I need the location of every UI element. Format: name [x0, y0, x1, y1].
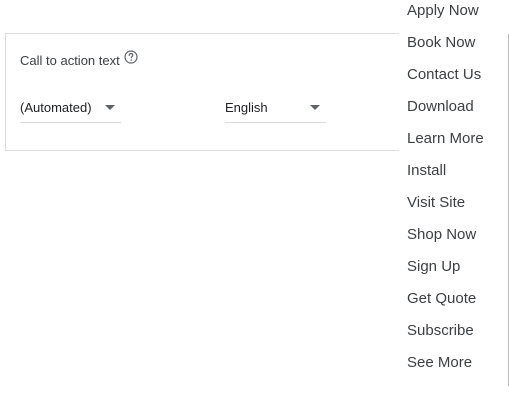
screen: Call to action text (Automated) English …	[0, 0, 509, 393]
menu-item-download[interactable]: Download	[407, 97, 474, 117]
cta-label: Call to action text	[20, 53, 120, 68]
cta-text-dropdown[interactable]: (Automated)	[20, 93, 121, 123]
cta-options-menu: Apply Now Book Now Contact Us Download L…	[399, 0, 509, 393]
language-dropdown-value: English	[225, 100, 268, 115]
menu-item-shop-now[interactable]: Shop Now	[407, 225, 476, 245]
menu-item-contact-us[interactable]: Contact Us	[407, 65, 481, 85]
language-dropdown[interactable]: English	[225, 93, 326, 123]
caret-down-icon	[310, 105, 320, 110]
menu-item-book-now[interactable]: Book Now	[407, 33, 475, 53]
menu-item-get-quote[interactable]: Get Quote	[407, 289, 476, 309]
caret-down-icon	[105, 105, 115, 110]
help-circle-icon[interactable]	[124, 49, 138, 64]
menu-item-apply-now[interactable]: Apply Now	[407, 1, 479, 21]
menu-item-sign-up[interactable]: Sign Up	[407, 257, 460, 277]
cta-settings-card: Call to action text (Automated) English	[5, 33, 425, 151]
menu-item-subscribe[interactable]: Subscribe	[407, 321, 474, 341]
menu-item-see-more[interactable]: See More	[407, 353, 472, 373]
menu-item-visit-site[interactable]: Visit Site	[407, 193, 465, 213]
menu-item-learn-more[interactable]: Learn More	[407, 129, 484, 149]
cta-label-row: Call to action text	[20, 49, 138, 68]
cta-text-dropdown-value: (Automated)	[20, 100, 92, 115]
menu-item-install[interactable]: Install	[407, 161, 446, 181]
